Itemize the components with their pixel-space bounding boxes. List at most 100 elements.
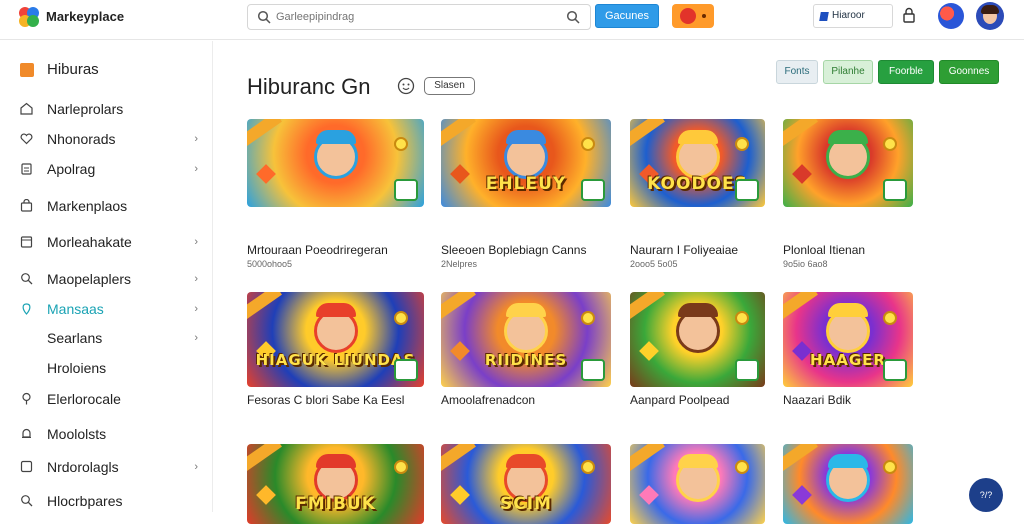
game-wordmark: SCIM [500,493,552,514]
game-title[interactable]: Fesoras C blori Sabe Ka Eesl [247,393,404,407]
sidebar-heading[interactable]: Hiburas [20,61,99,78]
user-avatar[interactable] [976,2,1004,30]
ribbon-icon [783,119,818,151]
sidebar-item-5[interactable]: Morleahakate › [20,232,200,254]
sidebar-item-label: Hroloiens [47,360,107,376]
sidebar-item-6[interactable]: Maopelaplers › [20,269,200,291]
heart-icon [20,133,33,145]
search-input[interactable] [276,8,546,26]
language-select-value: Hiaroor [832,10,865,21]
game-title[interactable]: Naurarn I Foliyeaiae [630,243,738,257]
hat-icon [677,129,718,144]
coin-icon [394,311,408,325]
game-meta: 5000ohoo5 [247,259,293,269]
sidebar-item-1[interactable]: Narleprolars [20,99,200,121]
gem-icon [256,164,276,185]
smiley-icon[interactable] [397,77,415,95]
game-thumbnail[interactable] [783,444,913,524]
hat-icon [315,453,356,468]
sidebar-item-4[interactable]: Markenplaos [20,196,200,218]
filter-button-2[interactable]: Pilanhe [823,60,873,84]
lock-icon[interactable] [902,7,916,23]
sidebar-item-8[interactable]: Searlans › [20,328,200,350]
game-title[interactable]: Aanpard Poolpead [630,393,729,407]
platform-badge-icon [581,179,605,201]
game-title[interactable]: Naazari Bdik [783,393,851,407]
coin-icon [735,460,749,474]
hat-icon [315,129,356,144]
sidebar-item-label: Narleprolars [47,101,124,117]
game-title[interactable]: Sleeoen Boplebiagn Canns [441,243,586,257]
coin-icon [883,311,897,325]
clipboard-icon [21,163,32,175]
coin-icon [581,136,595,151]
app-name[interactable]: Markeyplace [46,9,124,24]
platform-badge-icon [883,359,907,381]
game-thumbnail[interactable] [247,119,424,207]
game-title[interactable]: Amoolafrenadcon [441,393,535,407]
filter-button-1[interactable]: Fonts [776,60,818,84]
hat-icon [677,453,718,468]
coin-icon [394,136,408,151]
game-thumbnail[interactable] [630,292,765,387]
primary-button[interactable]: Gacunes [595,4,659,28]
game-meta: 9o5io 6ao8 [783,259,828,269]
game-thumbnail[interactable] [783,119,913,207]
game-thumbnail[interactable]: HAAGER [783,292,913,387]
gem-icon [639,341,659,362]
sidebar-item-11[interactable]: Moololsts [20,424,200,446]
ribbon-icon [630,292,665,324]
chevron-right-icon: › [194,133,198,145]
sidebar-item-7[interactable]: Mansaas › [20,299,200,321]
sidebar-item-2[interactable]: Nhonorads › [20,129,200,151]
game-meta: 2Nelpres [441,259,478,269]
avatar[interactable] [938,3,964,29]
hat-icon [828,303,868,318]
search-submit-icon[interactable] [566,10,580,24]
game-icon [680,8,696,24]
dropdown-dot-icon [702,14,706,18]
sidebar-item-9[interactable]: Hroloiens [20,358,200,380]
language-select[interactable]: Hiaroor [813,4,893,28]
sidebar-item-12[interactable]: Nrdorolagls › [20,457,200,479]
search-bar[interactable] [247,4,591,30]
platform-badge-icon [394,359,418,381]
platform-badge-icon [581,359,605,381]
ribbon-icon [783,444,818,476]
sidebar-item-13[interactable]: Hlocrbpares [20,491,200,513]
coin-icon [581,460,595,474]
sidebar-item-label: Moololsts [47,426,107,442]
game-button[interactable] [672,4,714,28]
ribbon-icon [630,119,665,151]
chevron-right-icon: › [194,236,198,248]
tag-pill[interactable]: Slasen [424,77,475,95]
sidebar-item-3[interactable]: Apolrag › [20,159,200,181]
chevron-right-icon: › [194,163,198,175]
game-title[interactable]: Plonloal Itienan [783,243,865,257]
platform-badge-icon [883,179,907,201]
ribbon-icon [247,119,282,151]
game-thumbnail[interactable]: EHLEUY [441,119,611,207]
hat-icon [315,303,356,318]
game-thumbnail[interactable] [630,444,765,524]
chevron-right-icon: › [194,303,198,315]
search-icon [21,273,33,285]
game-thumbnail[interactable]: FMIBUK [247,444,424,524]
chevron-right-icon: › [194,273,198,285]
chevron-right-icon: › [194,461,198,473]
ribbon-icon [247,444,282,476]
flag-icon [819,12,829,21]
game-thumbnail[interactable]: HIAGUK LIUNDAS [247,292,424,387]
sidebar-item-10[interactable]: Elerlorocale [20,389,200,411]
game-thumbnail[interactable]: KOODOES [630,119,765,207]
game-thumbnail[interactable]: RIIDINES [441,292,611,387]
ribbon-icon [247,292,282,324]
game-title[interactable]: Mrtouraan Poeodriregeran [247,243,388,257]
filter-button-4[interactable]: Goonnes [939,60,999,84]
game-thumbnail[interactable]: SCIM [441,444,611,524]
help-button[interactable]: ?/? [969,478,1003,512]
logo-icon[interactable] [18,6,40,28]
filter-button-3[interactable]: Foorble [878,60,934,84]
sidebar-item-label: Elerlorocale [47,391,121,407]
category-icon [20,63,34,77]
